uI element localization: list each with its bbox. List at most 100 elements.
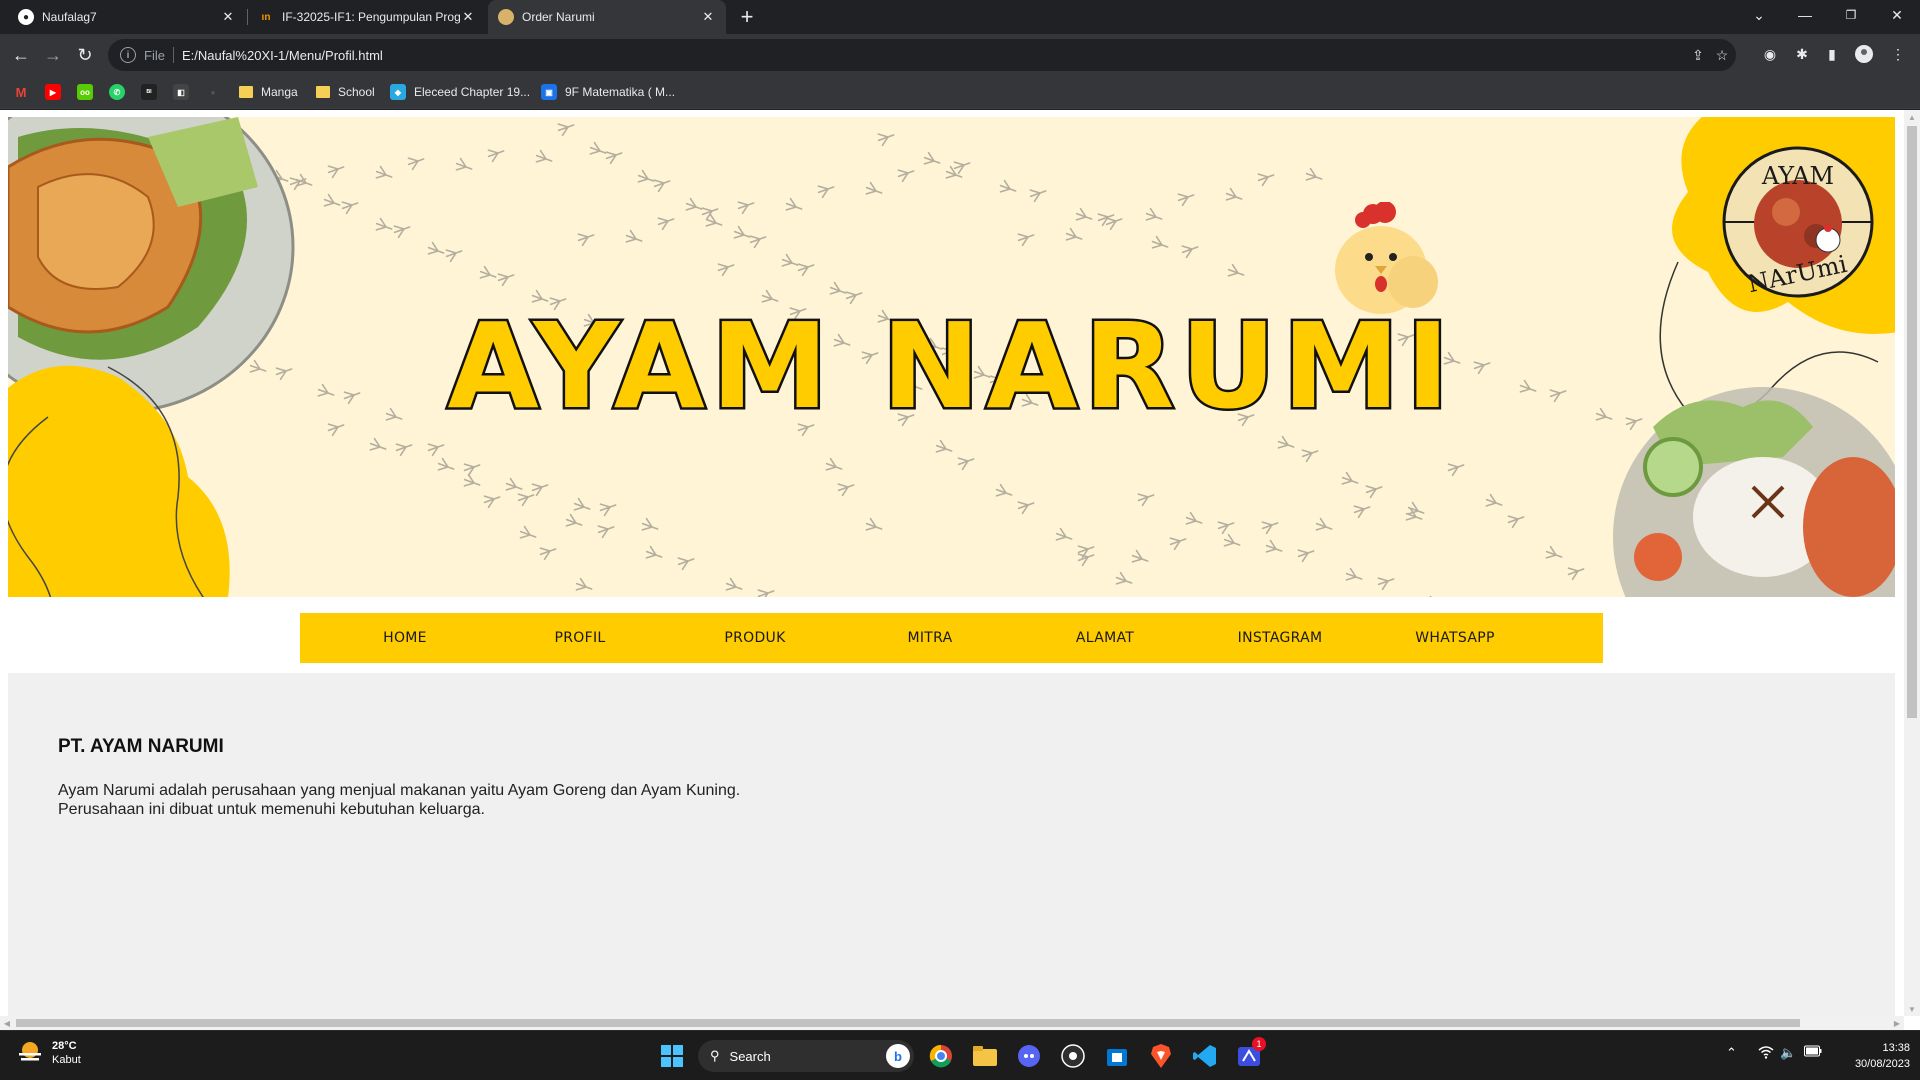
minimize-button[interactable]: — [1782,0,1828,30]
close-icon[interactable]: ✕ [700,9,716,25]
scroll-up-arrow-icon[interactable]: ▲ [1904,110,1920,124]
bookmark-star-icon[interactable]: ☆ [1714,47,1730,63]
scroll-down-arrow-icon[interactable]: ▼ [1904,1002,1920,1016]
footprint-mark [443,244,465,263]
address-bar[interactable]: i File E:/Naufal%20XI-1/Menu/Profil.html… [108,39,1736,71]
side-panel-icon[interactable]: ▮ [1822,44,1842,64]
close-icon[interactable]: ✕ [460,9,476,25]
footprint-mark [339,196,361,215]
restore-button[interactable]: ❐ [1828,0,1874,30]
bookmark-folder-manga[interactable]: Manga [239,82,298,102]
close-icon[interactable]: ✕ [220,9,236,25]
nav-mitra[interactable]: MITRA [865,613,995,663]
bookmark-label: Manga [261,85,298,99]
site-bookmark[interactable]: ᴮᴵ [141,82,165,102]
footprint-mark [895,164,917,183]
hero-banner: AYAM NArUmi AYAM NARUMI [8,117,1895,597]
duolingo-bookmark[interactable]: oo [77,82,101,102]
footprint-mark [1275,435,1297,454]
footprint-mark [1063,227,1085,246]
brave-icon[interactable] [1144,1039,1178,1073]
extension-avatar-icon[interactable]: ◉ [1760,44,1780,64]
bookmark-eleceed[interactable]: ◆ Eleceed Chapter 19... [390,82,530,102]
app-notification-icon[interactable]: 1 [1232,1037,1266,1073]
menu-kebab-icon[interactable]: ⋮ [1888,44,1908,64]
footprint-mark [951,156,973,175]
footprint-mark [1263,539,1285,558]
nav-profil[interactable]: PROFIL [515,613,645,663]
folder-icon [316,86,330,98]
notification-badge: 1 [1252,1037,1266,1051]
nav-produk[interactable]: PRODUK [690,613,820,663]
bookmark-folder-school[interactable]: School [316,82,375,102]
file-explorer-icon[interactable] [968,1039,1002,1073]
tab-title: Order Narumi [522,10,595,24]
horizontal-scroll-thumb[interactable] [16,1019,1800,1027]
footprint-mark [863,181,885,200]
info-icon[interactable]: i [120,47,136,63]
footprint-mark [1295,544,1317,563]
microsoft-store-icon[interactable] [1100,1039,1134,1073]
nav-instagram[interactable]: INSTAGRAM [1215,613,1345,663]
gmail-bookmark[interactable]: M [13,82,37,102]
url-text[interactable]: E:/Naufal%20XI-1/Menu/Profil.html [182,48,383,63]
back-button[interactable]: ← [8,42,34,68]
bookmark-matematika[interactable]: ▣ 9F Matematika ( M... [541,82,675,102]
chrome-taskbar-icon[interactable] [924,1039,958,1073]
description-line-2: Perusahaan ini dibuat untuk memenuhi keb… [58,801,485,818]
bing-icon[interactable]: b [886,1044,910,1068]
battery-icon[interactable] [1804,1045,1822,1060]
windows-start-icon[interactable] [655,1039,689,1073]
close-window-button[interactable]: ✕ [1874,0,1920,30]
footprint-mark [435,457,457,476]
wifi-icon[interactable] [1758,1045,1774,1062]
weather-description: Kabut [52,1054,81,1066]
footprint-mark [933,439,955,458]
new-tab-button[interactable]: + [735,4,759,29]
tab-course[interactable]: ın IF-32025-IF1: Pengumpulan Prog ✕ [248,0,486,34]
scroll-left-arrow-icon[interactable]: ◀ [0,1016,14,1030]
scroll-right-arrow-icon[interactable]: ▶ [1890,1016,1904,1030]
browser-toolbar: ← → ↻ i File E:/Naufal%20XI-1/Menu/Profi… [0,34,1920,76]
profile-avatar[interactable] [1854,44,1874,64]
footprint-mark [783,197,805,216]
weather-widget[interactable]: 28°C Kabut [16,1039,81,1067]
game-bookmark[interactable]: ◧ [173,82,197,102]
extensions-puzzle-icon[interactable]: ✱ [1792,44,1812,64]
nav-home[interactable]: HOME [340,613,470,663]
page-viewport: AYAM NArUmi AYAM NARUMI HOME PROFIL PROD… [0,110,1920,1030]
tab-search-chevron-icon[interactable]: ⌄ [1736,0,1782,30]
github-icon: ● [18,9,34,25]
footprint-mark [1303,167,1325,186]
show-hidden-icons-chevron-icon[interactable]: ⌃ [1726,1045,1737,1061]
nav-alamat[interactable]: ALAMAT [1040,613,1170,663]
footprint-mark [1565,562,1587,581]
taskbar-search[interactable]: ⚲ Search b [698,1040,914,1072]
obs-icon[interactable] [1056,1039,1090,1073]
whatsapp-bookmark[interactable]: ✆ [109,82,133,102]
youtube-bookmark[interactable]: ▶ [45,82,69,102]
footprint-mark [495,268,517,287]
course-icon: ın [261,11,271,23]
vertical-scroll-thumb[interactable] [1907,126,1917,718]
vertical-scrollbar[interactable]: ▲ ▼ [1904,110,1920,1016]
footprint-mark [1143,207,1165,226]
logo-text-top: AYAM [1761,162,1834,190]
footprint-mark [533,149,555,168]
tab-github[interactable]: ● Naufalag7 ✕ [8,0,246,34]
forward-button[interactable]: → [40,42,66,68]
discord-icon[interactable] [1012,1039,1046,1073]
volume-muted-icon[interactable]: 🔈 [1780,1045,1796,1061]
tab-order-narumi[interactable]: Order Narumi ✕ [488,0,726,34]
footprint-mark [1073,207,1095,226]
tab-title: Naufalag7 [42,10,97,24]
reload-button[interactable]: ↻ [72,42,98,68]
character-icon: ◧ [173,84,189,100]
horizontal-scrollbar[interactable]: ◀ ▶ [0,1016,1904,1030]
footprint-mark [597,498,619,517]
github-bookmark[interactable]: ● [205,82,229,102]
nav-whatsapp[interactable]: WHATSAPP [1390,613,1520,663]
vscode-icon[interactable] [1188,1039,1222,1073]
share-icon[interactable]: ⇪ [1690,47,1706,63]
system-clock[interactable]: 13:38 30/08/2023 [1836,1040,1910,1072]
